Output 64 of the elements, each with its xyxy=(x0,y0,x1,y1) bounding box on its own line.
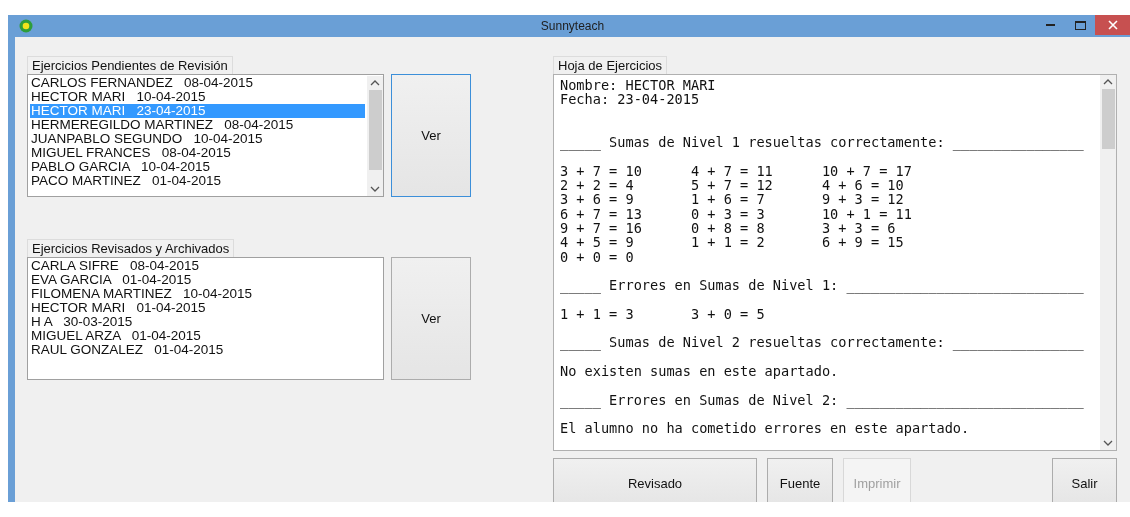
group-label: Ejercicios Pendientes de Revisión xyxy=(27,56,233,74)
sheet-line: No existen sumas en este apartado. xyxy=(560,363,839,379)
sum-text: 2 + 2 = 4 xyxy=(560,178,635,193)
maximize-icon[interactable] xyxy=(1074,20,1086,30)
list-item[interactable]: HECTOR MARI 01-04-2015 xyxy=(30,301,381,315)
sum-text: 0 + 8 = 8 xyxy=(690,220,766,236)
sum-text: 1 + 6 = 7 xyxy=(690,192,766,207)
sum-text: 1 + 1 = 3 xyxy=(560,306,635,322)
sun-icon xyxy=(19,19,33,33)
section-heading: _____ Sumas de Nivel 1 resueltas correctamente: ________________ xyxy=(560,135,1085,150)
scrollbar-thumb[interactable] xyxy=(368,90,382,170)
list-item[interactable]: CARLA SIFRE 08-04-2015 xyxy=(30,259,381,273)
sum-text: 3 + 7 = 10 xyxy=(560,163,643,179)
sum-text: 9 + 7 = 16 xyxy=(560,220,643,236)
minimize-icon[interactable] xyxy=(1045,24,1055,26)
list-item[interactable]: MIGUEL ARZA 01-04-2015 xyxy=(30,329,381,343)
sheet-line: 0 + 0 = 0 xyxy=(560,249,634,264)
action-button[interactable]: Salir xyxy=(1052,458,1117,502)
list-item[interactable]: FILOMENA MARTINEZ 10-04-2015 xyxy=(30,287,381,301)
sum-text: 3 + 6 = 9 xyxy=(560,192,635,207)
student-list[interactable]: CARLA SIFRE 08-04-2015 EVA GARCIA 01-04-2015 FILOMENA MARTINEZ 10-04-2015 HECTOR MARI 01-04-2015 H A 30-03-2015 MIGUEL ARZA 01-04-2015 RAUL GONZALEZ 01-04-2015 xyxy=(27,257,384,380)
list-item[interactable]: PABLO GARCIA 10-04-2015 xyxy=(30,160,365,174)
section-heading: _____ Errores en Sumas de Nivel 1: _____________________________ xyxy=(560,278,1085,293)
sum-text: 6 + 7 = 13 xyxy=(560,206,643,221)
sum-text: 1 + 1 = 2 xyxy=(690,235,766,250)
sum-text: 10 + 7 = 17 xyxy=(821,163,913,179)
view-button[interactable]: Ver xyxy=(391,74,471,197)
scrollbar[interactable] xyxy=(1100,75,1116,450)
window-title: Sunnyteach xyxy=(540,19,605,33)
close-icon[interactable] xyxy=(1107,20,1118,30)
list-item[interactable]: PACO MARTINEZ 01-04-2015 xyxy=(30,174,365,188)
group-label: Ejercicios Revisados y Archivados xyxy=(27,239,235,257)
section-heading: _____ Sumas de Nivel 2 resueltas correctamente: ________________ xyxy=(560,335,1085,350)
action-button[interactable]: Revisado xyxy=(553,458,757,502)
sum-text: 6 + 9 = 15 xyxy=(821,235,905,250)
group-label: Hoja de Ejercicios xyxy=(553,56,668,74)
sheet-line: Fecha: 23-04-2015 xyxy=(560,92,701,107)
sum-text: 0 + 3 = 3 xyxy=(690,206,766,221)
sum-text: 5 + 7 = 12 xyxy=(690,178,774,193)
sheet-line: Nombre: HECTOR MARI xyxy=(560,78,717,93)
list-item[interactable]: HECTOR MARI 10-04-2015 xyxy=(30,90,365,104)
list-item[interactable]: H A 30-03-2015 xyxy=(30,315,381,329)
close-button[interactable] xyxy=(1095,15,1130,35)
list-item[interactable]: EVA GARCIA 01-04-2015 xyxy=(30,273,381,287)
sum-text: 9 + 3 = 12 xyxy=(821,192,905,207)
sum-text: 4 + 5 = 9 xyxy=(560,235,635,250)
list-item[interactable]: MIGUEL FRANCES 08-04-2015 xyxy=(30,146,365,160)
scrollbar[interactable] xyxy=(367,76,383,196)
section-heading: _____ Errores en Sumas de Nivel 2: _____________________________ xyxy=(560,392,1085,407)
list-item[interactable]: HERMEREGILDO MARTINEZ 08-04-2015 xyxy=(30,118,365,132)
list-item[interactable]: CARLOS FERNANDEZ 08-04-2015 xyxy=(30,76,365,90)
student-list[interactable] xyxy=(27,74,384,197)
scrollbar-thumb[interactable] xyxy=(1101,89,1115,149)
action-button[interactable]: Fuente xyxy=(767,458,833,502)
sum-text: 10 + 1 = 11 xyxy=(821,206,913,221)
list-item[interactable]: JUANPABLO SEGUNDO 10-04-2015 xyxy=(30,132,365,146)
list-item[interactable]: RAUL GONZALEZ 01-04-2015 xyxy=(30,343,381,357)
sum-text: 3 + 3 = 6 xyxy=(821,220,897,236)
worksheet-textbox[interactable] xyxy=(553,74,1117,451)
sheet-line: El alumno no ha cometido errores en este apartado. xyxy=(560,421,970,436)
sum-text: 4 + 6 = 10 xyxy=(821,178,905,193)
sum-text: 4 + 7 = 11 xyxy=(690,163,774,179)
view-button[interactable]: Ver xyxy=(391,257,471,380)
sum-text: 3 + 0 = 5 xyxy=(690,306,766,322)
